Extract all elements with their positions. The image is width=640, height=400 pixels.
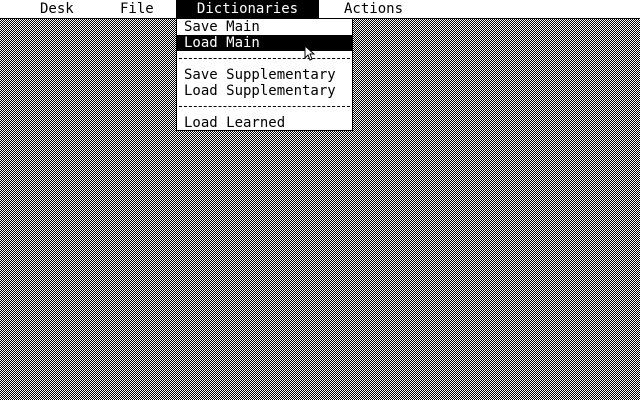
menu-bar: Desk File Dictionaries Actions — [0, 0, 640, 19]
menu-item-load-supplementary[interactable]: Load Supplementary — [177, 83, 352, 99]
menu-item-save-main[interactable]: Save Main — [177, 19, 352, 35]
menu-file[interactable]: File — [112, 0, 162, 18]
menu-actions[interactable]: Actions — [336, 0, 411, 18]
menu-separator — [179, 58, 350, 59]
menu-item-load-learned[interactable]: Load Learned — [177, 115, 352, 131]
arrow-pointer-icon — [304, 45, 316, 61]
menu-item-load-main[interactable]: Load Main — [177, 35, 352, 51]
menu-dictionaries[interactable]: Dictionaries — [176, 0, 319, 18]
menu-desk[interactable]: Desk — [32, 0, 82, 18]
dictionaries-dropdown: Save Main Load Main Save Supplementary L… — [176, 18, 353, 131]
menu-item-save-supplementary[interactable]: Save Supplementary — [177, 67, 352, 83]
menu-separator — [179, 106, 350, 107]
